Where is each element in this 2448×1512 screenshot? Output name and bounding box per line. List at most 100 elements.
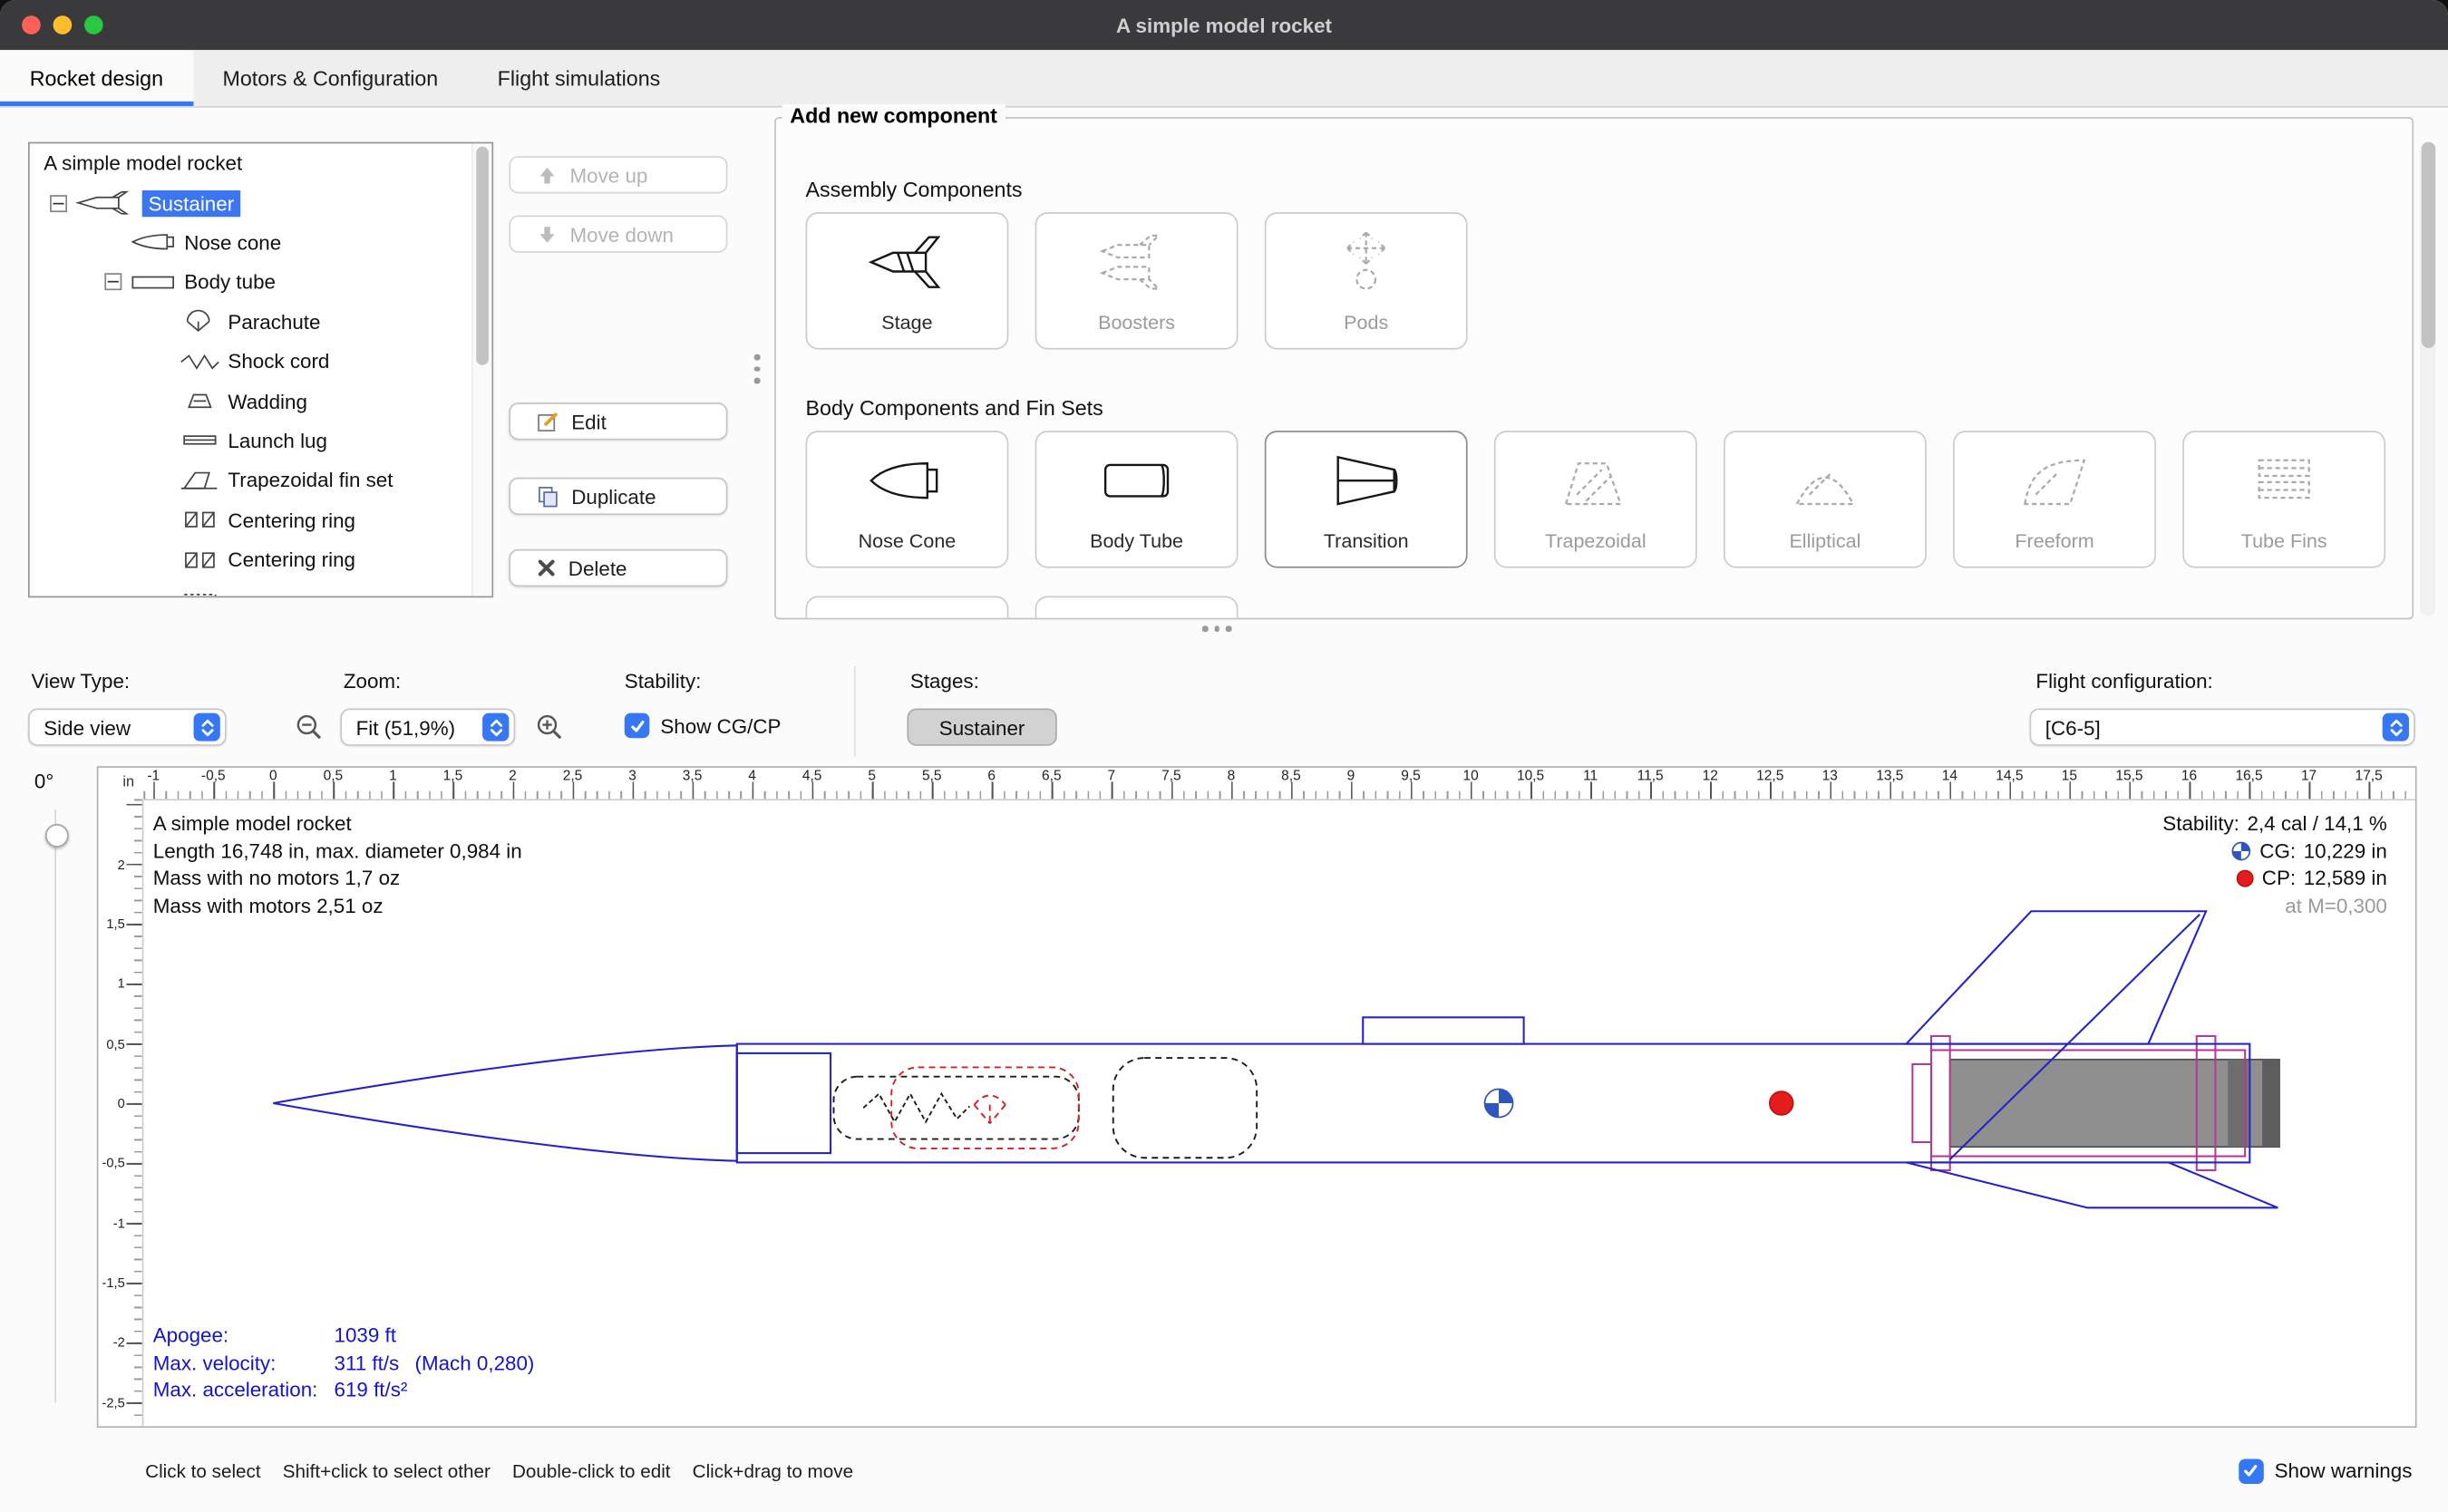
rotation-slider-track[interactable]: [54, 809, 56, 1402]
vertical-ruler: -2,5-2-1,5-1-0,500,511,52: [98, 799, 143, 1426]
shock-cord-line[interactable]: [863, 1094, 969, 1122]
hint-double-click: Double-click to edit: [512, 1459, 671, 1481]
component-card-label: Body Tube: [1036, 530, 1236, 552]
ruler-tick-label: 17,5: [2356, 768, 2383, 783]
horizontal-ruler: -1-0,500,511,522,533,544,555,566,577,588…: [142, 768, 2415, 800]
tab-flight-simulations[interactable]: Flight simulations: [468, 50, 690, 106]
zoom-in-button[interactable]: [530, 710, 568, 744]
component-card-tube-fins: Tube Fins: [2182, 431, 2385, 567]
parachute-highlight[interactable]: [891, 1067, 1079, 1149]
nose-shoulder: [737, 1053, 831, 1153]
horizontal-splitter-handle[interactable]: [1202, 625, 1231, 631]
wadding-outline[interactable]: [1113, 1058, 1257, 1158]
flight-configuration-select[interactable]: [C6-5]: [2030, 708, 2415, 745]
stage-toggle-sustainer[interactable]: Sustainer: [907, 708, 1056, 745]
tree-scrollbar[interactable]: [471, 143, 491, 596]
inner-tube-icon: [180, 586, 220, 597]
ruler-tick-label: 6: [987, 768, 996, 783]
tree-item-label: Sustainer: [142, 189, 240, 216]
tree-item-launch-lug[interactable]: Launch lug: [30, 421, 492, 460]
edit-button[interactable]: Edit: [509, 402, 727, 440]
ruler-tick-label: 7: [1108, 768, 1116, 783]
ruler-unit-label: in: [122, 774, 134, 791]
body-components-heading: Body Components and Fin Sets: [806, 396, 1103, 420]
rocket-drawing-area[interactable]: A simple model rocket Length 16,748 in, …: [142, 799, 2415, 1426]
stages-label: Stages:: [910, 669, 979, 693]
tree-item-sustainer[interactable]: Sustainer: [30, 183, 492, 223]
launch-lug[interactable]: [1363, 1017, 1523, 1043]
component-card-freeform: Freeform: [1953, 431, 2156, 567]
tree-item-nose-cone[interactable]: Nose cone: [30, 223, 492, 263]
chevron-up-down-icon: [482, 713, 509, 741]
zoom-value: Fit (51,9%): [356, 715, 455, 739]
ruler-tick-label: 3: [628, 768, 636, 783]
tree-item-parachute[interactable]: Parachute: [30, 302, 492, 342]
tree-item-body-tube[interactable]: Body tube: [30, 262, 492, 302]
max-acceleration-value: 619 ft/s²: [334, 1377, 407, 1404]
ruler-tick-label: 16: [2181, 768, 2197, 783]
mass-with-motors: Mass with motors 2,51 oz: [153, 892, 522, 919]
ruler-tick-label: 16,5: [2235, 768, 2262, 783]
tree-item-centering-ring[interactable]: Centering ring: [30, 500, 492, 540]
tree-item-label: Parachute: [228, 310, 320, 334]
zoom-select[interactable]: Fit (51,9%): [340, 708, 515, 745]
ruler-tick-label: -0,5: [201, 768, 226, 783]
panel-scrollbar-thumb[interactable]: [2421, 142, 2434, 348]
stability-value: 2,4 cal / 14,1 %: [2248, 809, 2387, 837]
ruler-tick-label: 1: [118, 975, 125, 991]
show-warnings-checkbox-group[interactable]: Show warnings: [2239, 1459, 2448, 1484]
component-card-stage[interactable]: Stage: [806, 212, 1009, 349]
rotation-angle-value: 0°: [34, 770, 53, 793]
tree-item-trapezoidal-fin-set[interactable]: Trapezoidal fin set: [30, 460, 492, 500]
rotation-slider-thumb[interactable]: [45, 824, 69, 848]
nose-cone[interactable]: [273, 1045, 736, 1160]
zoom-out-button[interactable]: [290, 710, 327, 744]
collapse-toggle-icon[interactable]: [50, 194, 67, 211]
tree-item-wadding[interactable]: Wadding: [30, 382, 492, 422]
delete-button[interactable]: Delete: [509, 549, 727, 586]
tree-item-shock-cord[interactable]: Shock cord: [30, 342, 492, 382]
add-component-panel: Assembly Components Stage Boosters Pods: [774, 117, 2414, 619]
cp-label: CP:: [2262, 865, 2296, 892]
tab-motors-configuration[interactable]: Motors & Configuration: [193, 50, 468, 106]
checkbox-checked-icon[interactable]: [625, 713, 650, 739]
hint-click-select: Click to select: [145, 1459, 260, 1481]
tree-item-label: Centering ring: [228, 509, 355, 532]
collapse-toggle-icon[interactable]: [104, 274, 121, 291]
tree-item-centering-ring[interactable]: Centering ring: [30, 539, 492, 579]
component-card-body-tube[interactable]: Body Tube: [1035, 431, 1239, 567]
vertical-splitter-handle[interactable]: [754, 354, 760, 383]
ruler-tick-label: 4,5: [802, 768, 822, 783]
tree-item-root[interactable]: A simple model rocket: [30, 143, 492, 183]
parachute-outline[interactable]: [834, 1077, 1079, 1139]
ruler-tick-label: 2: [509, 768, 517, 783]
close-window-button[interactable]: [22, 15, 41, 34]
stability-info-block: Stability: 2,4 cal / 14,1 % CG: 10,229 i…: [2162, 809, 2387, 919]
cg-label: CG:: [2259, 838, 2296, 865]
component-card-label: Freeform: [1955, 530, 2154, 552]
ruler-tick-label: 7,5: [1161, 768, 1181, 783]
component-card-nose-cone[interactable]: Nose Cone: [806, 431, 1009, 567]
mach-value: (Mach 0,280): [414, 1350, 534, 1377]
apogee-label: Apogee:: [153, 1322, 335, 1349]
cg-marker: [1485, 1090, 1513, 1118]
add-component-title: Add new component: [782, 104, 1005, 128]
component-tree: A simple model rocket Sustainer Nose con…: [28, 142, 493, 598]
ruler-tick-label: 11,5: [1637, 768, 1664, 783]
move-down-button: Move down: [509, 216, 727, 253]
centering-ring-icon: [180, 508, 220, 533]
zoom-window-button[interactable]: [84, 15, 103, 34]
rocket-figure-panel: in -1-0,500,511,522,533,544,555,566,577,…: [97, 766, 2417, 1428]
tab-rocket-design[interactable]: Rocket design: [0, 50, 193, 106]
tree-scrollbar-thumb[interactable]: [476, 147, 489, 365]
motor[interactable]: [1950, 1060, 2279, 1147]
duplicate-button[interactable]: Duplicate: [509, 478, 727, 515]
component-card-transition[interactable]: Transition: [1265, 431, 1468, 567]
ruler-tick-label: -2: [113, 1334, 125, 1350]
tree-item-partial[interactable]: [30, 579, 492, 597]
minimize-window-button[interactable]: [53, 15, 73, 34]
show-cgcp-checkbox-group[interactable]: Show CG/CP: [625, 713, 782, 739]
checkbox-checked-icon[interactable]: [2239, 1459, 2264, 1484]
chevron-up-down-icon: [194, 713, 220, 741]
view-type-select[interactable]: Side view: [28, 708, 227, 745]
